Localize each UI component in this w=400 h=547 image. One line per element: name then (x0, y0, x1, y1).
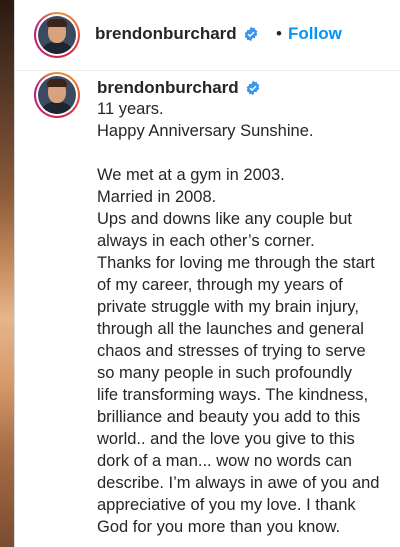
caption-line: appreciative of you my love. I thank (97, 496, 356, 514)
caption-line: world.. and the love you give to this (97, 430, 355, 448)
caption-line: brilliance and beauty you add to this (97, 408, 361, 426)
caption-line: dork of a man... wow no words can (97, 452, 352, 470)
header-separator: • (276, 24, 282, 43)
caption-line: Thanks for loving me through the start (97, 254, 375, 272)
caption-line: through all the launches and general (97, 320, 364, 338)
caption-line: life transforming ways. The kindness, (97, 386, 369, 404)
caption-line: describe. I’m always in awe of you and (97, 474, 380, 492)
caption-avatar[interactable] (34, 72, 80, 118)
caption-username-text[interactable]: brendonburchard (97, 77, 239, 99)
header-username[interactable]: brendonburchard (95, 24, 259, 44)
caption-username[interactable]: brendonburchard (97, 78, 397, 98)
caption-line: Happy Anniversary Sunshine. (97, 122, 314, 140)
caption-line: so many people in such profoundly (97, 364, 352, 382)
follow-button[interactable]: Follow (288, 24, 342, 44)
post-header: brendonburchard • Follow • (15, 0, 400, 71)
verified-badge-icon (244, 26, 257, 42)
caption-line: We met at a gym in 2003. (97, 166, 285, 184)
header-avatar[interactable] (34, 12, 80, 58)
header-username-text[interactable]: brendonburchard (95, 24, 237, 44)
caption-line: 11 years. (97, 100, 164, 118)
caption-line: always in each other’s corner. (97, 232, 315, 250)
caption-line: God for you more than you know. (97, 518, 341, 536)
caption-line: Ups and downs like any couple but (97, 210, 352, 228)
caption-line: of my career, through my years of (97, 276, 343, 294)
post-image-edge (0, 0, 15, 547)
caption-line: Married in 2008. (97, 188, 217, 206)
caption-line: private struggle with my brain injury, (97, 298, 359, 316)
caption-line: chaos and stresses of trying to serve (97, 342, 366, 360)
post-caption: brendonburchard 11 years. Happy Annivers… (97, 78, 397, 538)
verified-badge-icon (246, 80, 259, 96)
